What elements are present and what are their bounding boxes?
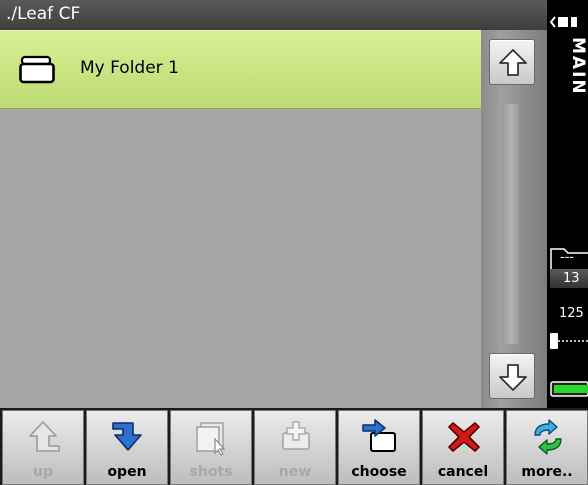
title-bar: ./Leaf CF	[0, 0, 547, 30]
list-item[interactable]: My Folder 1	[0, 30, 481, 109]
scroll-down-button[interactable]	[489, 353, 535, 399]
arrow-up-icon	[499, 49, 527, 76]
new-folder-icon	[282, 421, 310, 450]
bottom-toolbar: up open shots new choose cancel more..	[0, 408, 588, 485]
folder-count-dashes: ---	[560, 250, 575, 265]
cancel-x-icon	[448, 422, 480, 452]
folder-counter: --- 13	[550, 246, 588, 288]
refresh-arrows-icon	[534, 419, 562, 455]
choose-button[interactable]: choose	[338, 410, 420, 485]
up-label: up	[33, 464, 53, 480]
cancel-button[interactable]: cancel	[422, 410, 504, 485]
exposure-slider-icon	[550, 333, 588, 349]
main-tab-label[interactable]: MAIN	[558, 37, 588, 96]
new-button[interactable]: new	[254, 410, 336, 485]
scroll-track[interactable]	[503, 104, 519, 344]
cancel-label: cancel	[437, 464, 489, 480]
new-label: new	[278, 464, 312, 480]
choose-icon	[362, 419, 396, 452]
path-label: ./Leaf CF	[6, 4, 81, 24]
shutter-speed: 125	[559, 306, 584, 321]
up-arrow-icon	[29, 421, 60, 452]
folder-label: My Folder 1	[80, 58, 179, 78]
folder-icon	[19, 55, 55, 84]
folder-count: 13	[550, 269, 588, 288]
choose-label: choose	[351, 464, 407, 480]
shots-icon	[196, 422, 226, 456]
scroll-up-button[interactable]	[489, 39, 535, 85]
tab-indicator-icon	[549, 16, 577, 28]
open-button[interactable]: open	[86, 410, 168, 485]
arrow-down-icon	[499, 364, 527, 391]
open-label: open	[107, 464, 147, 480]
battery-icon	[550, 381, 588, 397]
scrollbar[interactable]	[481, 30, 547, 408]
shots-button[interactable]: shots	[170, 410, 252, 485]
shots-label: shots	[189, 464, 233, 480]
open-arrow-icon	[112, 422, 142, 451]
more-label: more..	[521, 464, 573, 480]
up-button[interactable]: up	[2, 410, 84, 485]
more-button[interactable]: more..	[506, 410, 588, 485]
file-list[interactable]: My Folder 1	[0, 30, 481, 408]
